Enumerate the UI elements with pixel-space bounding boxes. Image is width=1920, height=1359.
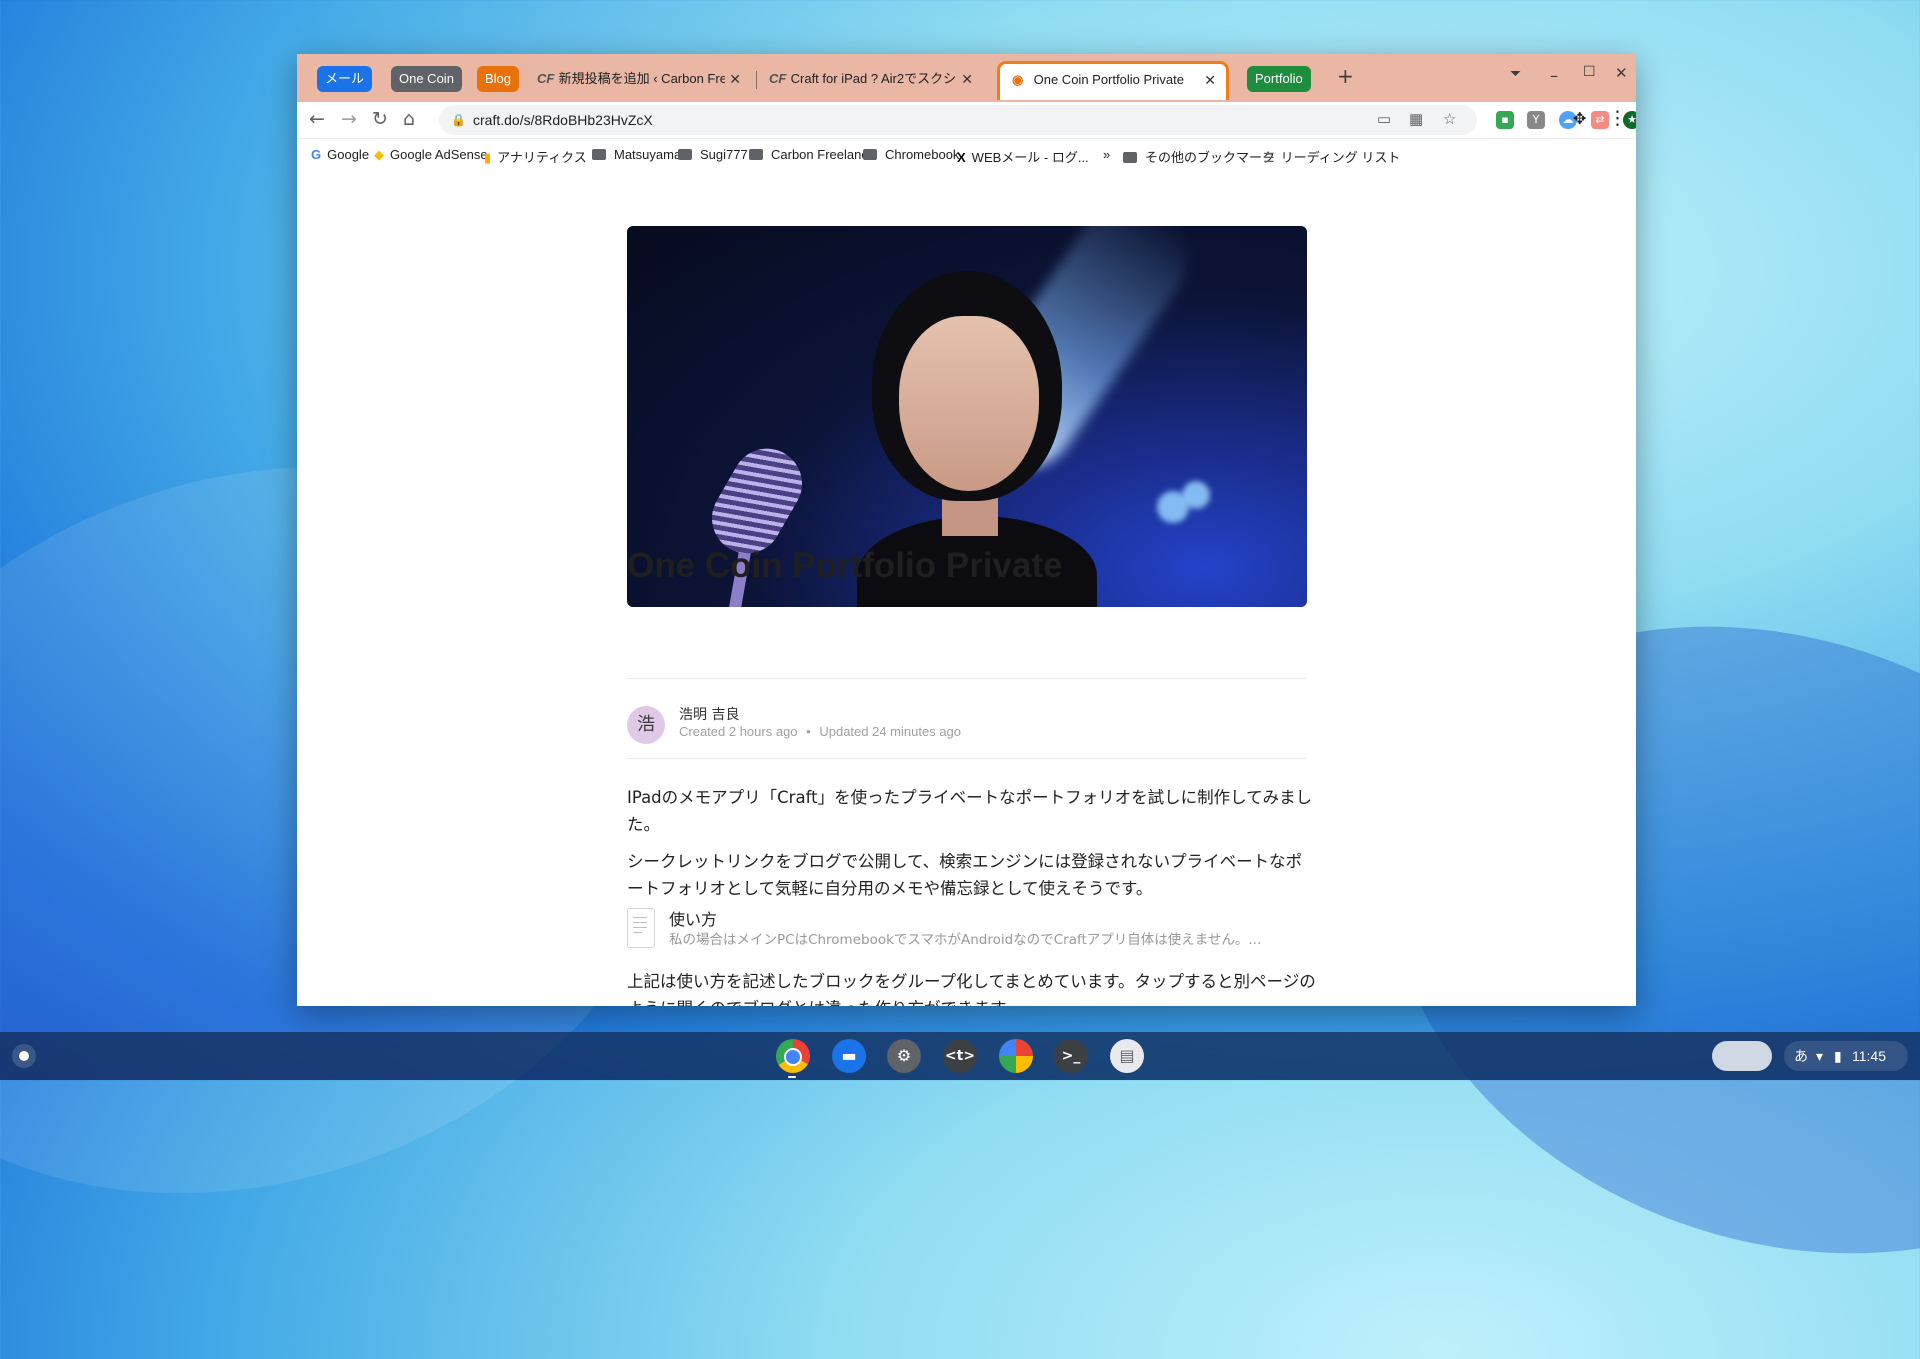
menu-kebab-icon[interactable]: ⋮ bbox=[1608, 107, 1627, 129]
google-icon: G bbox=[311, 147, 322, 162]
folder-icon bbox=[749, 149, 763, 160]
figure-face bbox=[899, 316, 1039, 491]
carbon-freelance-favicon-icon: CF bbox=[769, 71, 787, 86]
terminal-icon[interactable]: >_ bbox=[1054, 1039, 1088, 1073]
bookmark-analytics[interactable]: ▮ アナリティクス bbox=[484, 147, 587, 166]
tab-group-blog[interactable]: Blog bbox=[477, 66, 520, 92]
browser-toolbar: ← → ↻ ⌂ 🔒 craft.do/s/8RdoBHb23HvZcX ▭ ▦ … bbox=[297, 102, 1636, 139]
folder-icon bbox=[592, 149, 606, 160]
x-icon: X bbox=[957, 150, 966, 165]
tab-craft-for-ipad[interactable]: CF Craft for iPad ? Air2でスクシ ✕ bbox=[757, 62, 983, 96]
bookmarks-overflow-icon[interactable]: » bbox=[1103, 147, 1110, 162]
block-preview: 私の場合はメインPCはChromebookでスマホがAndroidなのでCraf… bbox=[669, 932, 1262, 948]
tab-title: Craft for iPad ? Air2でスクシ bbox=[790, 71, 957, 86]
qr-code-icon[interactable]: ▦ bbox=[1409, 105, 1423, 135]
close-icon[interactable]: ✕ bbox=[1204, 64, 1216, 96]
close-icon[interactable]: ✕ bbox=[961, 62, 973, 96]
bookmark-google[interactable]: G Google bbox=[311, 147, 369, 162]
close-window-icon[interactable]: ✕ bbox=[1615, 64, 1628, 82]
status-area[interactable]: あ ▾ ▮ 11:45 bbox=[1784, 1041, 1908, 1071]
tab-one-coin-portfolio[interactable]: ◉ One Coin Portfolio Private ✕ bbox=[997, 61, 1229, 100]
files-icon[interactable]: ▬ bbox=[832, 1039, 866, 1073]
maximize-icon[interactable]: ☐ bbox=[1583, 64, 1596, 80]
extension-y-icon[interactable]: Y bbox=[1527, 111, 1545, 129]
timestamps: Created 2 hours ago • Updated 24 minutes… bbox=[679, 724, 961, 739]
photos-icon[interactable] bbox=[999, 1039, 1033, 1073]
chrome-icon[interactable] bbox=[776, 1039, 810, 1073]
author-name: 浩明 吉良 bbox=[679, 707, 740, 723]
adsense-icon: ◆ bbox=[374, 147, 384, 162]
other-bookmarks[interactable]: その他のブックマーク bbox=[1123, 147, 1275, 166]
bookmark-star-icon[interactable]: ☆ bbox=[1443, 105, 1456, 135]
reading-list[interactable]: ☰ リーディング リスト bbox=[1263, 147, 1400, 166]
extension-arrow-icon[interactable]: ⇄ bbox=[1591, 111, 1609, 129]
divider bbox=[627, 678, 1307, 679]
address-url: craft.do/s/8RdoBHb23HvZcX bbox=[473, 112, 653, 128]
paragraph: シークレットリンクをブログで公開して、検索エンジンには登録されないプライベートな… bbox=[627, 852, 1303, 898]
updated-time: Updated 24 minutes ago bbox=[819, 724, 961, 739]
meta-separator: • bbox=[806, 724, 811, 739]
tab-carbon-freelance[interactable]: CF 新規投稿を追加 ‹ Carbon Freel ✕ bbox=[525, 62, 751, 96]
address-bar[interactable]: 🔒 craft.do/s/8RdoBHb23HvZcX ▭ ▦ ☆ bbox=[439, 105, 1477, 135]
craft-favicon-icon: ◉ bbox=[1012, 72, 1024, 87]
bookmarks-bar: G Google ◆ Google AdSense ▮ アナリティクス Matsuya… bbox=[297, 139, 1636, 170]
launcher-button[interactable] bbox=[12, 1044, 36, 1068]
tab-group-portfolio[interactable]: Portfolio bbox=[1247, 66, 1311, 92]
new-tab-button[interactable]: + bbox=[1337, 64, 1354, 88]
page-content: One Coin Portfolio Private 浩 浩明 吉良 Creat… bbox=[297, 168, 1636, 1006]
back-icon[interactable]: ← bbox=[309, 108, 325, 130]
block-title: 使い方 bbox=[669, 910, 718, 929]
shelf: ▬ ⚙ <t> >_ ▤ あ ▾ ▮ 11:45 bbox=[0, 1032, 1920, 1080]
holding-space-thumbnail[interactable] bbox=[1712, 1041, 1772, 1071]
battery-icon: ▮ bbox=[1834, 1048, 1842, 1064]
bookmark-sugi777[interactable]: Sugi777 bbox=[678, 147, 748, 162]
created-time: Created 2 hours ago bbox=[679, 724, 798, 739]
avatar: 浩 bbox=[627, 706, 665, 744]
page-block-link[interactable]: 使い方 私の場合はメインPCはChromebookでスマホがAndroidなので… bbox=[627, 908, 1317, 950]
analytics-icon: ▮ bbox=[484, 150, 492, 165]
tab-title: 新規投稿を追加 ‹ Carbon Freel bbox=[558, 71, 725, 86]
extension-green-icon[interactable]: ▪ bbox=[1496, 111, 1514, 129]
bookmark-matsuyama[interactable]: Matsuyama bbox=[592, 147, 681, 162]
bookmark-chromebook[interactable]: Chromebook bbox=[863, 147, 959, 162]
folder-icon bbox=[678, 149, 692, 160]
paragraph: 上記は使い方を記述したブロックをグループ化してまとめています。タップすると別ペー… bbox=[627, 972, 1316, 1006]
bookmark-web-mail[interactable]: X WEBメール - ログ... bbox=[957, 147, 1089, 166]
folder-icon bbox=[1123, 152, 1137, 163]
cast-icon[interactable]: ▭ bbox=[1377, 105, 1391, 135]
bokeh-light bbox=[1182, 481, 1210, 509]
lock-icon[interactable]: 🔒 bbox=[451, 105, 466, 135]
carbon-freelance-favicon-icon: CF bbox=[537, 71, 555, 86]
screencast-icon[interactable]: ▤ bbox=[1110, 1039, 1144, 1073]
folder-icon bbox=[863, 149, 877, 160]
extensions-puzzle-icon[interactable]: ✥ bbox=[1573, 109, 1586, 128]
reading-list-icon: ☰ bbox=[1263, 150, 1275, 165]
page-title: One Coin Portfolio Private bbox=[627, 546, 1063, 585]
close-icon[interactable]: ✕ bbox=[729, 62, 741, 96]
tab-search-icon[interactable]: ⏷ bbox=[1510, 66, 1521, 82]
launcher-icon bbox=[19, 1051, 29, 1061]
tab-group-mail[interactable]: メール bbox=[317, 66, 373, 92]
paragraph: IPadのメモアプリ「Craft」を使ったプライベートなポートフォリオを試しに制… bbox=[627, 788, 1313, 834]
browser-window: メール One Coin Blog CF 新規投稿を追加 ‹ Carbon Fr… bbox=[297, 54, 1636, 1006]
wifi-icon: ▾ bbox=[1816, 1048, 1824, 1064]
text-editor-icon[interactable]: <t> bbox=[943, 1039, 977, 1073]
ime-indicator: あ bbox=[1794, 1048, 1808, 1064]
document-icon bbox=[627, 908, 655, 948]
divider bbox=[627, 758, 1307, 759]
settings-icon[interactable]: ⚙ bbox=[887, 1039, 921, 1073]
minimize-icon[interactable]: – bbox=[1550, 66, 1558, 85]
tab-strip: メール One Coin Blog CF 新規投稿を追加 ‹ Carbon Fr… bbox=[297, 54, 1636, 102]
bookmark-adsense[interactable]: ◆ Google AdSense bbox=[374, 147, 488, 163]
tab-title: One Coin Portfolio Private bbox=[1033, 72, 1184, 87]
tab-group-one-coin[interactable]: One Coin bbox=[391, 66, 462, 92]
forward-icon[interactable]: → bbox=[341, 108, 357, 130]
bookmark-carbon-freelance[interactable]: Carbon Freelance bbox=[749, 147, 875, 162]
clock: 11:45 bbox=[1852, 1048, 1886, 1064]
reload-icon[interactable]: ↻ bbox=[372, 108, 388, 130]
home-icon[interactable]: ⌂ bbox=[403, 108, 415, 130]
running-indicator bbox=[788, 1076, 796, 1078]
